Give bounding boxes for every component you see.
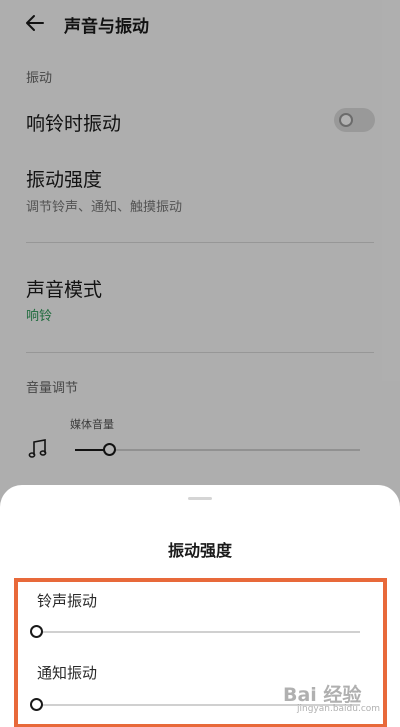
ringtone-vibration-track[interactable] bbox=[36, 631, 360, 633]
watermark-text: Bai 经验 bbox=[283, 684, 362, 706]
sheet-drag-handle[interactable] bbox=[188, 497, 212, 500]
notification-vibration-label: 通知振动 bbox=[37, 664, 98, 682]
watermark-sub: jingyan.baidu.com bbox=[297, 704, 381, 714]
ringtone-vibration-label: 铃声振动 bbox=[37, 592, 98, 610]
notification-vibration-thumb[interactable] bbox=[30, 698, 43, 711]
sheet-title: 振动强度 bbox=[167, 541, 232, 560]
baidu-watermark: Bai 经验 jingyan.baidu.com bbox=[283, 680, 395, 720]
ringtone-vibration-thumb[interactable] bbox=[30, 625, 43, 638]
